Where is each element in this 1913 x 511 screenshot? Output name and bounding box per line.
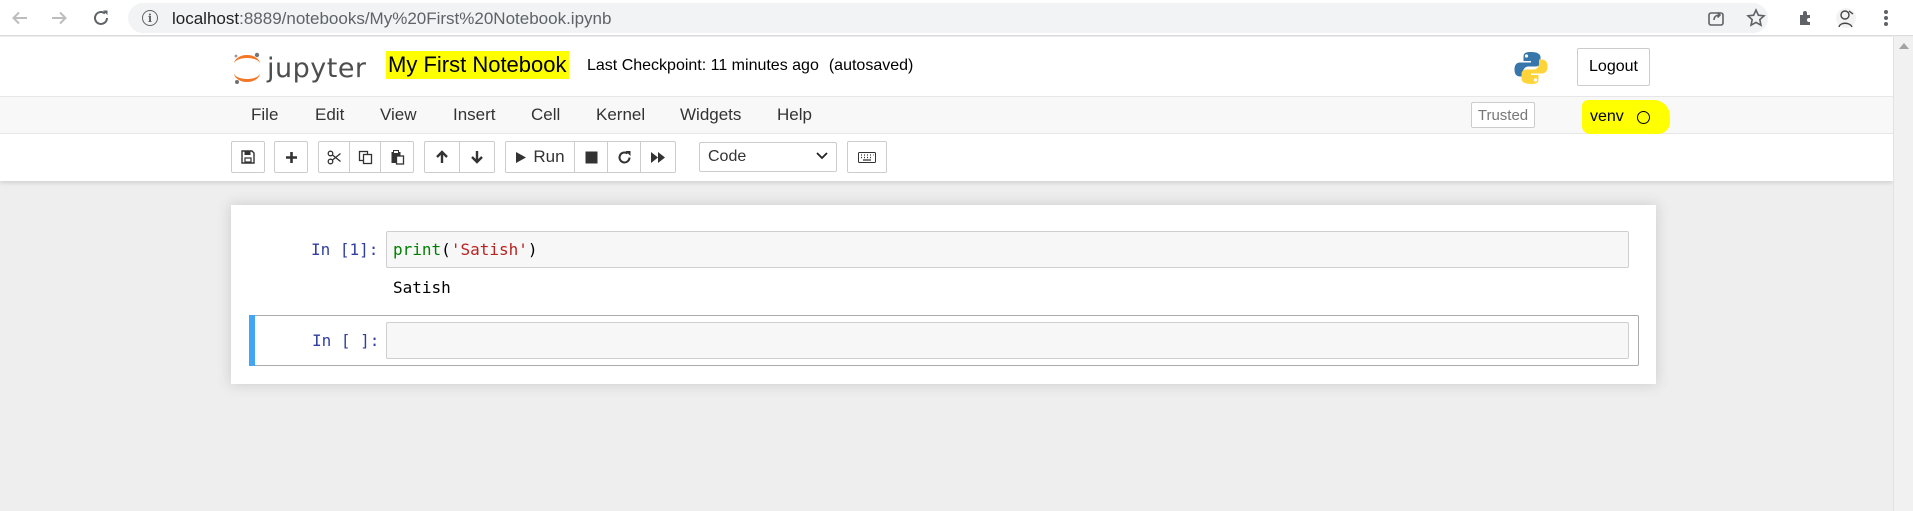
fast-forward-icon bbox=[651, 151, 665, 163]
input-prompt: In [ ]: bbox=[312, 331, 380, 350]
restart-button[interactable] bbox=[607, 141, 641, 173]
cell-type-select[interactable]: Code bbox=[699, 142, 837, 172]
code-cell[interactable]: In [1]: print('Satish') Satish bbox=[231, 205, 1656, 305]
arrow-down-icon bbox=[471, 151, 483, 164]
insert-cell-button[interactable] bbox=[274, 141, 308, 173]
back-icon[interactable] bbox=[6, 4, 34, 32]
reload-icon[interactable] bbox=[87, 4, 115, 32]
code-cell-selected[interactable]: In [ ]: bbox=[249, 315, 1639, 366]
menu-widgets[interactable]: Widgets bbox=[680, 105, 741, 125]
logout-button[interactable]: Logout bbox=[1577, 48, 1650, 86]
menu-view[interactable]: View bbox=[380, 105, 417, 125]
code-input[interactable]: print('Satish') bbox=[386, 231, 1629, 268]
main-toolbar: Run Code bbox=[231, 141, 1431, 173]
more-menu-icon[interactable] bbox=[1874, 6, 1898, 30]
cell-type-value: Code bbox=[708, 148, 747, 165]
trusted-indicator[interactable]: Trusted bbox=[1471, 102, 1535, 128]
interrupt-button[interactable] bbox=[574, 141, 608, 173]
save-icon bbox=[241, 150, 255, 164]
scissors-icon bbox=[327, 150, 341, 164]
code-paren-close: ) bbox=[527, 240, 538, 259]
kernel-indicator[interactable]: venv bbox=[1582, 100, 1670, 134]
copy-button[interactable] bbox=[349, 141, 381, 173]
url-text[interactable]: localhost:8889/notebooks/My%20First%20No… bbox=[172, 9, 611, 29]
extensions-icon[interactable] bbox=[1794, 6, 1818, 30]
stop-icon bbox=[585, 151, 597, 163]
checkpoint-status: Last Checkpoint: 11 minutes ago (autosave… bbox=[587, 57, 923, 75]
save-button[interactable] bbox=[231, 141, 265, 173]
paste-icon bbox=[391, 149, 404, 165]
arrow-up-icon bbox=[436, 150, 448, 163]
input-prompt: In [1]: bbox=[311, 240, 379, 259]
notebook-header: jupyter My First Notebook Last Checkpoin… bbox=[0, 37, 1893, 181]
restart-run-all-button[interactable] bbox=[640, 141, 676, 173]
command-palette-button[interactable] bbox=[847, 141, 887, 173]
profile-avatar-icon[interactable] bbox=[1834, 6, 1858, 30]
code-function: print bbox=[393, 240, 442, 259]
code-text: print('Satish') bbox=[393, 240, 538, 259]
menu-file[interactable]: File bbox=[251, 105, 278, 125]
browser-toolbar: i localhost:8889/notebooks/My%20First%20… bbox=[0, 0, 1913, 36]
jupyter-logo-text: jupyter bbox=[267, 52, 367, 84]
bookmark-star-icon[interactable] bbox=[1744, 6, 1768, 30]
play-icon bbox=[516, 151, 527, 163]
menu-kernel[interactable]: Kernel bbox=[596, 105, 645, 125]
code-paren-open: ( bbox=[441, 240, 451, 259]
menu-insert[interactable]: Insert bbox=[453, 105, 496, 125]
autosave-status: (autosaved) bbox=[828, 57, 914, 74]
selected-cell-indicator bbox=[249, 315, 255, 366]
url-host: localhost bbox=[172, 9, 240, 28]
keyboard-icon bbox=[858, 151, 876, 163]
copy-icon bbox=[358, 150, 372, 164]
address-bar[interactable]: i localhost:8889/notebooks/My%20First%20… bbox=[128, 3, 1768, 33]
kernel-name: venv bbox=[1590, 108, 1624, 125]
url-path: :8889/notebooks/My%20First%20Notebook.ip… bbox=[239, 9, 612, 28]
run-button[interactable]: Run bbox=[505, 141, 575, 173]
restart-icon bbox=[618, 150, 630, 163]
run-label: Run bbox=[533, 147, 565, 166]
page-scrollbar[interactable] bbox=[1893, 37, 1913, 511]
jupyter-logo-icon bbox=[232, 51, 262, 85]
plus-icon bbox=[285, 151, 297, 163]
menubar: File Edit View Insert Cell Kernel Widget… bbox=[0, 96, 1893, 134]
share-icon[interactable] bbox=[1704, 6, 1728, 30]
menu-edit[interactable]: Edit bbox=[315, 105, 344, 125]
jupyter-logo[interactable]: jupyter bbox=[232, 49, 367, 87]
notebook-title[interactable]: My First Notebook bbox=[386, 51, 569, 79]
move-up-button[interactable] bbox=[424, 141, 460, 173]
forward-icon[interactable] bbox=[45, 4, 73, 32]
code-string: 'Satish' bbox=[450, 240, 528, 259]
code-input[interactable] bbox=[386, 322, 1629, 359]
menu-cell[interactable]: Cell bbox=[531, 105, 560, 125]
cut-button[interactable] bbox=[318, 141, 350, 173]
paste-button[interactable] bbox=[380, 141, 414, 173]
last-checkpoint-text: Last Checkpoint: 11 minutes ago bbox=[587, 57, 819, 74]
scroll-up-arrow-icon[interactable] bbox=[1899, 43, 1909, 49]
python-logo-icon bbox=[1513, 50, 1549, 86]
site-info-icon[interactable]: i bbox=[142, 10, 158, 26]
menu-help[interactable]: Help bbox=[777, 105, 812, 125]
chevron-down-icon bbox=[816, 152, 828, 160]
kernel-idle-circle-icon bbox=[1636, 110, 1650, 124]
notebook-container: In [1]: print('Satish') Satish In [ ]: bbox=[231, 205, 1656, 384]
move-down-button[interactable] bbox=[459, 141, 495, 173]
cell-output: Satish bbox=[393, 278, 451, 297]
